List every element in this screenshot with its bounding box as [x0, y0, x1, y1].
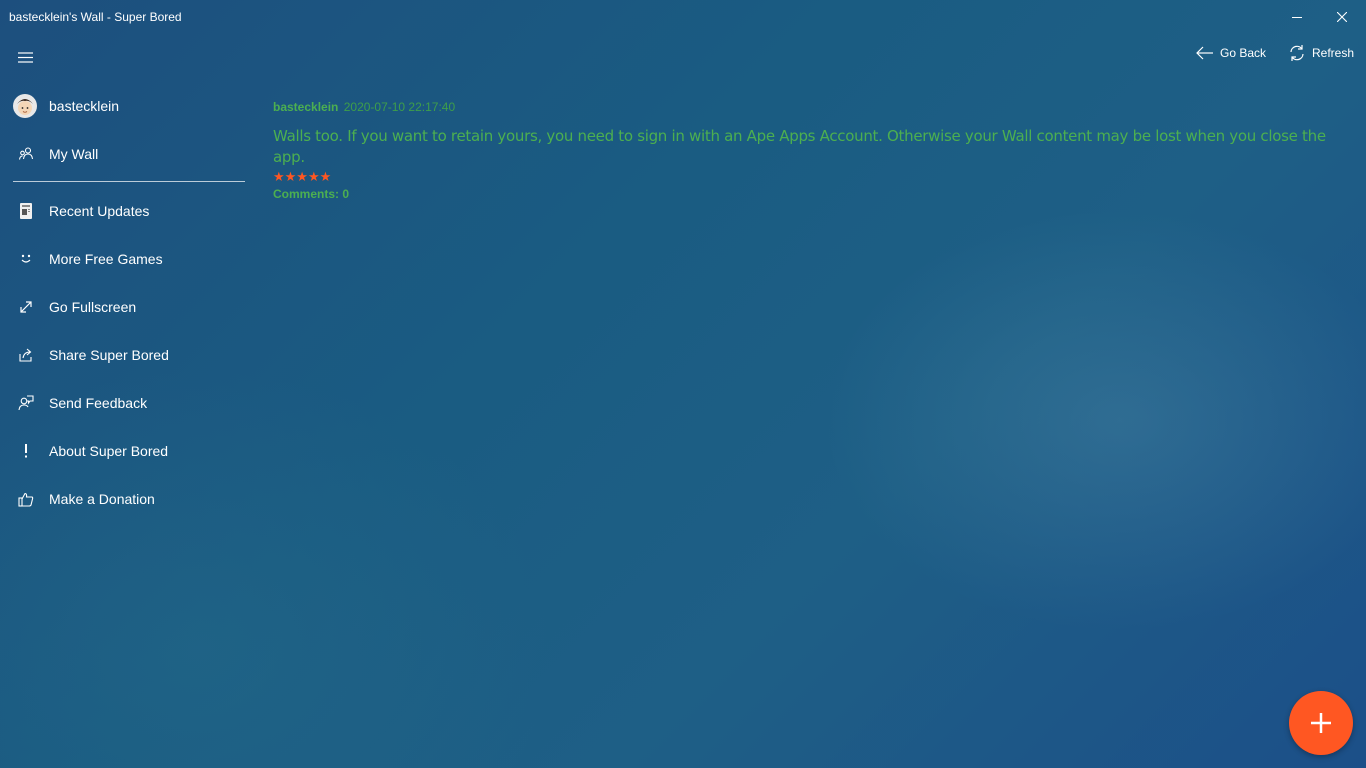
people-icon [14, 142, 38, 166]
sidebar-item-more-free-games[interactable]: More Free Games [0, 239, 250, 279]
news-icon [14, 199, 38, 223]
refresh-label: Refresh [1312, 46, 1355, 60]
close-icon [1337, 12, 1347, 22]
arrow-left-icon [1196, 46, 1213, 60]
go-back-button[interactable]: Go Back [1196, 40, 1266, 66]
window-title: bastecklein's Wall - Super Bored [9, 10, 182, 24]
share-icon [14, 343, 38, 367]
sidebar-item-label: Recent Updates [49, 203, 150, 219]
go-back-label: Go Back [1220, 46, 1267, 60]
sidebar-item-label: Make a Donation [49, 491, 155, 507]
refresh-button[interactable]: Refresh [1288, 40, 1354, 66]
wall-post: bastecklein 2020-07-10 22:17:40 Walls to… [273, 99, 1333, 202]
sidebar-user[interactable]: bastecklein [0, 86, 250, 126]
avatar [12, 93, 38, 119]
post-date: 2020-07-10 22:17:40 [343, 100, 456, 114]
smile-icon [14, 247, 38, 271]
sidebar-item-label: Share Super Bored [49, 347, 169, 363]
feedback-icon [14, 391, 38, 415]
post-comments-link[interactable]: Comments: 0 [273, 186, 1333, 202]
post-rating-stars: ★★★★★ [273, 169, 332, 184]
sidebar-item-label: My Wall [49, 146, 99, 162]
sidebar-item-share[interactable]: Share Super Bored [0, 335, 250, 375]
sidebar-item-label: About Super Bored [49, 443, 169, 459]
sidebar-item-recent-updates[interactable]: Recent Updates [0, 191, 250, 231]
post-author[interactable]: bastecklein [273, 100, 338, 114]
user-name: bastecklein [49, 98, 120, 114]
sidebar-item-send-feedback[interactable]: Send Feedback [0, 383, 250, 423]
info-icon [14, 439, 38, 463]
post-header: bastecklein 2020-07-10 22:17:40 [273, 99, 1333, 115]
sidebar-item-go-fullscreen[interactable]: Go Fullscreen [0, 287, 250, 327]
sidebar-item-my-wall[interactable]: My Wall [0, 134, 250, 174]
sidebar-item-label: More Free Games [49, 251, 163, 267]
sidebar-divider [13, 181, 245, 182]
add-post-button[interactable] [1289, 691, 1353, 755]
close-button[interactable] [1319, 0, 1365, 34]
post-body: Walls too. If you want to retain yours, … [273, 127, 1326, 166]
sidebar-item-label: Send Feedback [49, 395, 148, 411]
menu-button[interactable] [10, 44, 40, 70]
title-bar: bastecklein's Wall - Super Bored [0, 0, 1366, 34]
sidebar-item-donation[interactable]: Make a Donation [0, 479, 250, 519]
fullscreen-icon [14, 295, 38, 319]
refresh-icon [1290, 45, 1304, 61]
maximize-control[interactable] [1273, 0, 1319, 34]
sidebar-item-about[interactable]: About Super Bored [0, 431, 250, 471]
plus-icon [1311, 713, 1331, 733]
sidebar-item-label: Go Fullscreen [49, 299, 137, 315]
hamburger-icon [17, 51, 33, 63]
thumbs-up-icon [14, 487, 38, 511]
